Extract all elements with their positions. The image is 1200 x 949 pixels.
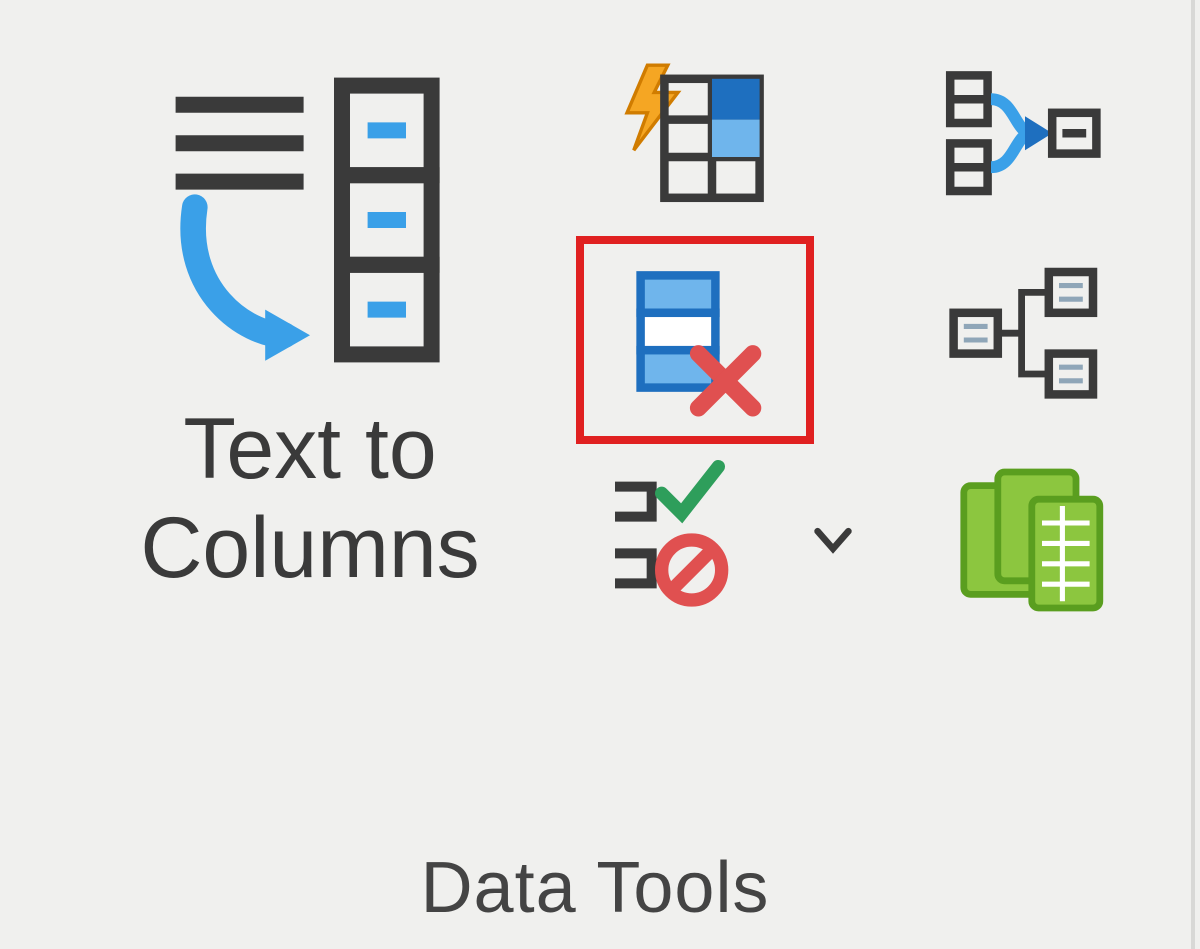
ribbon-group-title: Data Tools [0, 847, 1190, 929]
data-validation-icon [605, 455, 805, 625]
data-model-icon [940, 455, 1110, 625]
relationships-button[interactable] [910, 240, 1140, 440]
text-to-columns-button[interactable]: Text to Columns [100, 60, 520, 598]
remove-duplicates-icon [610, 255, 780, 425]
flash-fill-icon [610, 55, 780, 225]
manage-data-model-button[interactable] [910, 440, 1140, 640]
relationships-icon [940, 255, 1110, 425]
text-to-columns-label: Text to Columns [100, 400, 520, 598]
consolidate-icon [940, 55, 1110, 225]
remove-duplicates-button[interactable] [580, 240, 810, 440]
text-to-columns-icon [150, 60, 470, 380]
data-validation-button[interactable] [580, 440, 880, 640]
flash-fill-button[interactable] [580, 40, 810, 240]
ribbon-group-data-tools: Text to Columns [0, 0, 1195, 949]
chevron-down-icon[interactable] [811, 518, 855, 562]
consolidate-button[interactable] [910, 40, 1140, 240]
